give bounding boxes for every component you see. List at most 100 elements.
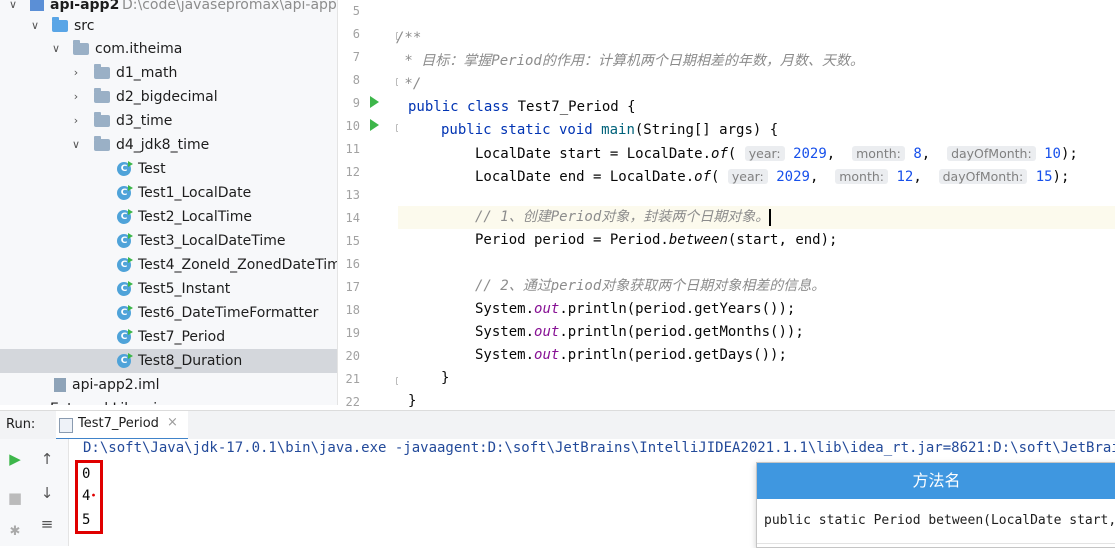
tree-item-class[interactable]: C Test3_LocalDateTime [0, 229, 337, 253]
tree-item-folder[interactable]: › d1_math [0, 61, 337, 85]
param-hint: year: [744, 146, 785, 161]
tree-item-folder[interactable]: ∨ d4_jdk8_time [0, 133, 337, 157]
code-line: System.out.println(period.getYears()); [475, 298, 1115, 321]
tree-label: Test5_Instant [138, 281, 231, 297]
code-line: } [441, 367, 1115, 390]
code-editor[interactable]: /** * 目标：掌握Period的作用：计算机两个日期相差的年数，月数、天数。… [396, 0, 1115, 409]
chevron-right-icon[interactable]: › [69, 85, 83, 109]
code-line: * 目标：掌握Period的作用：计算机两个日期相差的年数，月数、天数。 [396, 50, 1115, 73]
chevron-down-icon[interactable]: ∨ [49, 37, 63, 61]
tree-item-class[interactable]: C Test5_Instant [0, 277, 337, 301]
scroll-down-icon[interactable]: ↓ [38, 484, 56, 502]
soft-wrap-icon[interactable]: ≡ [38, 515, 56, 533]
code-line: Period period = Period.between(start, en… [475, 229, 1115, 252]
code-text: .println(period.getDays()); [559, 347, 787, 363]
code-line: LocalDate start = LocalDate.of( year: 20… [475, 146, 1078, 162]
chevron-down-icon[interactable]: ∨ [28, 14, 42, 38]
java-class-icon: C [117, 305, 133, 320]
code-line: /** [396, 27, 1115, 50]
tree-item-libraries[interactable]: › External Libraries [0, 397, 337, 405]
run-main-icon[interactable] [370, 119, 379, 131]
tree-label: d1_math [116, 65, 178, 81]
editor-gutter: 5 6 7 8 9 10 11 12 13 14 15 16 17 18 19 … [338, 0, 404, 409]
package-icon [94, 112, 110, 127]
java-class-icon: C [117, 209, 133, 224]
source-folder-icon [52, 17, 68, 32]
line-number: 22 [345, 395, 360, 409]
code-line: System.out.println(period.getDays()); [475, 344, 1115, 367]
line-number: 20 [345, 349, 360, 363]
chevron-down-icon[interactable]: ∨ [69, 133, 83, 157]
number: 15 [1035, 169, 1053, 185]
tree-item-package[interactable]: ∨ com.itheima [0, 37, 337, 61]
doc-comment: * 目标：掌握Period的作用：计算机两个日期相差的年数，月数、天数。 [396, 53, 864, 69]
line-number: 19 [345, 326, 360, 340]
keyword: public class [408, 99, 510, 115]
line-number: 21 [345, 372, 360, 386]
run-toolbar: Run: Test7_Period × [0, 410, 1115, 441]
line-number: 8 [352, 73, 360, 87]
java-class-icon: C [117, 233, 133, 248]
tree-item-class[interactable]: C Test7_Period [0, 325, 337, 349]
tree-label: External Libraries [50, 397, 173, 405]
keyword: public static void [441, 122, 593, 138]
param-hint: dayOfMonth: [947, 146, 1036, 161]
line-number: 17 [345, 280, 360, 294]
package-icon [94, 64, 110, 79]
code-text: .println(period.getYears()); [559, 301, 796, 317]
run-class-icon[interactable] [370, 96, 379, 108]
tree-label: Test4_ZoneId_ZonedDateTim [138, 257, 338, 273]
param-hint: month: [835, 169, 889, 184]
chevron-right-icon[interactable]: › [6, 397, 20, 405]
method-doc-popup[interactable]: 方法名 public static Period between(LocalDa… [756, 462, 1115, 548]
param-hint: dayOfMonth: [938, 169, 1028, 184]
package-icon [94, 136, 110, 151]
tree-item-src[interactable]: ∨ src [0, 14, 337, 38]
doc-comment: */ [396, 76, 422, 92]
run-side-toolbar: ▶ ↑ ■ ↓ ≡ ✱ [0, 439, 69, 546]
close-tab-button[interactable]: × [167, 415, 178, 430]
tree-item-class[interactable]: C Test6_DateTimeFormatter [0, 301, 337, 325]
code-text: System. [475, 347, 535, 363]
tree-item-folder[interactable]: › d3_time [0, 109, 337, 133]
tree-item-class[interactable]: C Test2_LocalTime [0, 205, 337, 229]
java-class-icon: C [117, 329, 133, 344]
method-call: of [694, 169, 712, 185]
iml-file-icon [54, 378, 66, 392]
tree-label: Test6_DateTimeFormatter [138, 305, 319, 321]
rerun-icon[interactable]: ▶ [6, 450, 24, 468]
code-text: LocalDate end = LocalDate. [475, 169, 695, 185]
tab-run-config[interactable]: Test7_Period × [56, 411, 188, 441]
code-text: System. [475, 301, 535, 317]
line-number: 13 [345, 188, 360, 202]
tree-label: Test1_LocalDate [138, 185, 252, 201]
static-field: out [534, 347, 560, 363]
chevron-right-icon[interactable]: › [69, 61, 83, 85]
static-field: out [534, 324, 560, 340]
stop-icon[interactable]: ■ [6, 489, 24, 507]
tree-label: Test2_LocalTime [138, 209, 253, 225]
java-class-icon: C [117, 185, 133, 200]
tree-item-class[interactable]: C Test4_ZoneId_ZonedDateTim [0, 253, 337, 277]
line-number: 15 [345, 234, 360, 248]
tree-item-class[interactable]: C Test1_LocalDate [0, 181, 337, 205]
tree-item-class[interactable]: C Test [0, 157, 337, 181]
number: 2029 [793, 146, 827, 162]
code-text: ( [727, 146, 737, 162]
tree-item-class-selected[interactable]: C Test8_Duration [0, 349, 337, 373]
scroll-up-icon[interactable]: ↑ [38, 450, 56, 468]
line-number: 6 [352, 27, 360, 41]
line-number: 5 [352, 4, 360, 18]
tree-item-iml[interactable]: api-app2.iml [0, 373, 337, 397]
java-class-icon: C [117, 161, 133, 176]
output-highlight-box [75, 460, 103, 534]
code-text: LocalDate start = LocalDate. [475, 146, 712, 162]
java-class-icon: C [117, 257, 133, 272]
chevron-right-icon[interactable]: › [69, 109, 83, 133]
tree-item-folder[interactable]: › d2_bigdecimal [0, 85, 337, 109]
code-text: ( [711, 169, 720, 185]
static-field: out [534, 301, 560, 317]
pin-icon[interactable]: ✱ [6, 523, 24, 541]
code-text: Period period = Period. [475, 232, 669, 248]
tree-label: Test8_Duration [138, 353, 243, 369]
